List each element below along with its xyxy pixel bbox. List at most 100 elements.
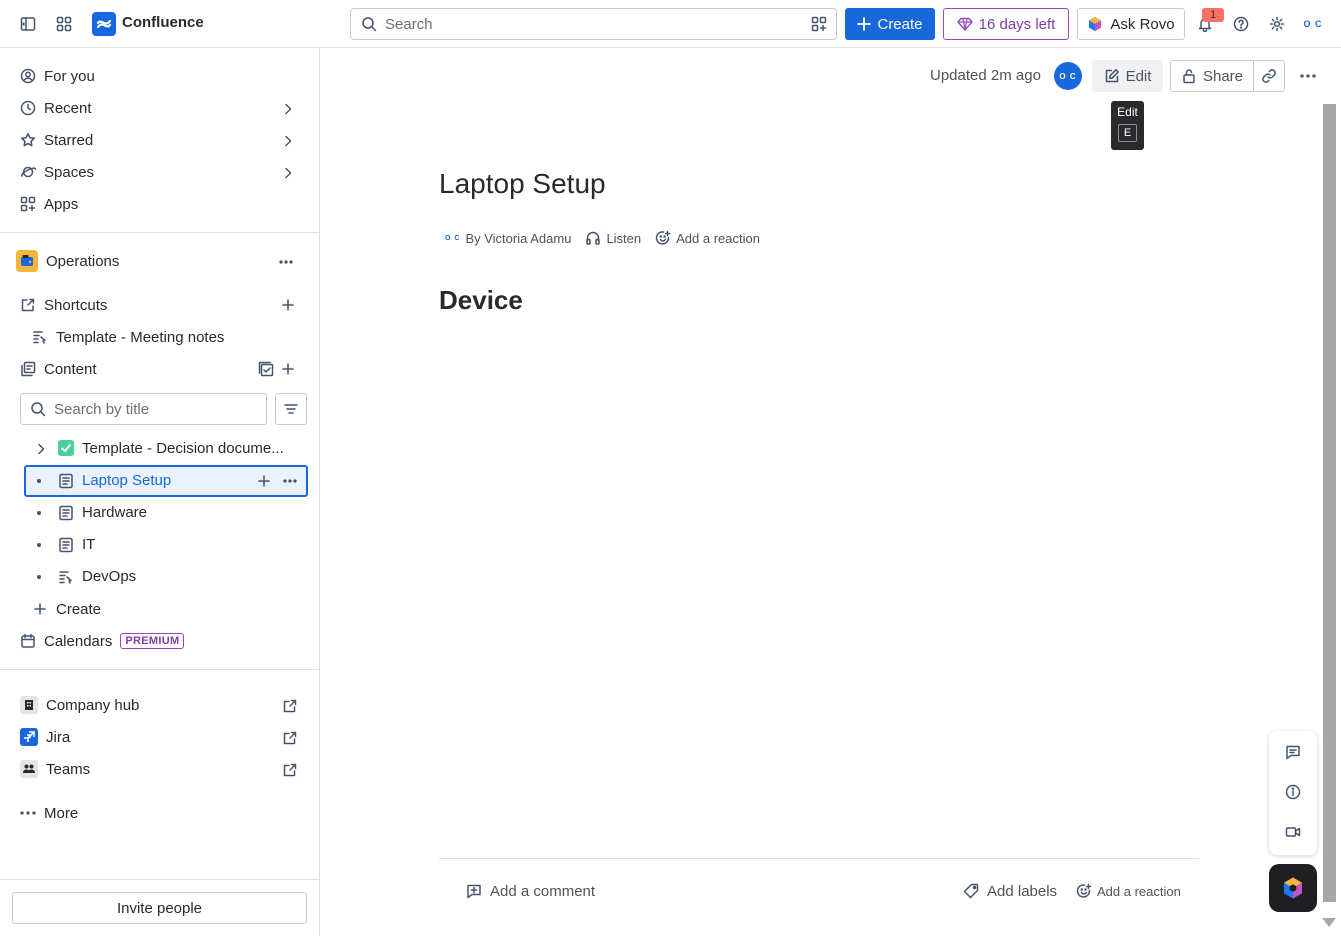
filter-icon (284, 404, 298, 414)
rovo-chat-button[interactable] (1269, 864, 1317, 912)
confluence-logo-icon[interactable] (92, 12, 116, 36)
author-avatar-icon: O C (445, 234, 461, 242)
add-labels-button[interactable]: Add labels (963, 880, 1057, 902)
footer-add-reaction-button[interactable]: Add a reaction (1076, 880, 1181, 902)
share-button[interactable]: Share (1170, 60, 1254, 92)
pencil-icon (1105, 69, 1119, 83)
page-more-actions-button[interactable] (1292, 60, 1324, 92)
add-comment-label: Add a comment (490, 882, 596, 900)
add-child-page-icon[interactable] (256, 473, 272, 489)
ask-rovo-button[interactable]: Ask Rovo (1077, 8, 1185, 40)
shortcut-label: Template - Meeting notes (56, 328, 225, 346)
settings-gear-icon[interactable] (1268, 15, 1286, 33)
side-panel-toolbar (1269, 731, 1317, 855)
app-switcher-icon[interactable] (52, 12, 76, 36)
trial-button[interactable]: 16 days left (943, 8, 1069, 40)
clock-icon (20, 100, 36, 116)
content-section[interactable]: Content (12, 353, 308, 385)
more-dots-icon[interactable] (278, 254, 294, 270)
listen-button[interactable]: Listen (606, 231, 641, 246)
search-by-title-input[interactable]: Search by title (20, 393, 267, 425)
edit-button[interactable]: Edit (1092, 60, 1163, 92)
nav-recent[interactable]: Recent (12, 92, 308, 124)
plus-icon (857, 17, 872, 31)
nav-calendars[interactable]: Calendars PREMIUM (12, 625, 308, 657)
content-heading: Device (439, 285, 523, 315)
invite-people-button[interactable]: Invite people (12, 892, 307, 924)
profile-avatar[interactable]: O C (1300, 13, 1326, 35)
more-dots-icon (1300, 74, 1316, 78)
space-operations[interactable]: Operations (12, 245, 308, 277)
link-icon (1262, 69, 1276, 83)
teams-icon (20, 760, 38, 778)
app-name[interactable]: Confluence (122, 14, 204, 31)
building-icon (20, 696, 38, 714)
sidebar-toggle-icon[interactable] (16, 12, 40, 36)
search-filter-icon[interactable] (810, 15, 828, 33)
tree-item-decision-template[interactable]: Template - Decision docume... (24, 433, 308, 465)
tooltip-title: Edit (1117, 105, 1138, 119)
create-label: Create (56, 600, 102, 618)
tree-item-laptop-setup[interactable]: Laptop Setup (24, 465, 308, 497)
bullet-icon (37, 479, 41, 483)
nav-label: Recent (44, 99, 92, 117)
info-icon[interactable] (1285, 784, 1301, 800)
scroll-down-arrow-icon[interactable] (1322, 918, 1336, 927)
chevron-right-icon (285, 135, 292, 147)
filter-button[interactable] (275, 393, 307, 425)
contributor-avatar[interactable]: O C (1054, 62, 1082, 90)
page-title: Laptop Setup (439, 168, 606, 199)
add-comment-button[interactable]: Add a comment (466, 880, 595, 902)
shortcut-item[interactable]: Template - Meeting notes (12, 321, 308, 353)
link-teams[interactable]: Teams (12, 753, 308, 785)
tree-item-it[interactable]: IT (24, 529, 308, 561)
notification-badge: 1 (1202, 8, 1224, 22)
nav-for-you[interactable]: For you (12, 60, 308, 92)
global-search-input[interactable]: Search (350, 8, 837, 40)
search-icon (31, 402, 46, 417)
add-content-icon[interactable] (280, 361, 296, 377)
add-reaction-icon (1076, 883, 1092, 898)
link-jira[interactable]: Jira (12, 721, 308, 753)
link-company-hub[interactable]: Company hub (12, 689, 308, 721)
search-placeholder: Search (385, 15, 433, 33)
comments-panel-icon[interactable] (1285, 744, 1301, 760)
add-reaction-button[interactable]: Add a reaction (676, 231, 760, 246)
nav-label: Spaces (44, 163, 95, 181)
ask-rovo-label: Ask Rovo (1110, 15, 1175, 33)
nav-label: Starred (44, 131, 94, 149)
gem-icon (956, 17, 973, 31)
link-label: Jira (46, 728, 71, 746)
tree-item-devops[interactable]: DevOps (24, 561, 308, 593)
nav-starred[interactable]: Starred (12, 124, 308, 156)
add-shortcut-icon[interactable] (280, 297, 296, 313)
more-dots-icon[interactable] (282, 473, 298, 489)
sidebar-divider (0, 669, 319, 670)
video-icon[interactable] (1285, 824, 1301, 840)
link-label: Teams (46, 760, 91, 778)
chevron-right-icon[interactable] (33, 441, 49, 457)
shortcut-icon (21, 298, 35, 312)
author-link[interactable]: By Victoria Adamu (465, 231, 571, 246)
nav-apps[interactable]: Apps (12, 188, 308, 220)
shortcuts-section[interactable]: Shortcuts (12, 289, 308, 321)
content-view-icon[interactable] (258, 361, 274, 377)
apps-grid-icon (20, 196, 36, 212)
tree-item-hardware[interactable]: Hardware (24, 497, 308, 529)
space-name: Operations (46, 252, 120, 270)
edit-label: Edit (1125, 67, 1152, 85)
plus-icon (34, 603, 46, 615)
help-icon[interactable] (1232, 15, 1250, 33)
template-page-icon (59, 571, 72, 584)
create-button[interactable]: Create (845, 8, 935, 40)
content-pages-icon (21, 361, 36, 377)
nav-more[interactable]: More (12, 797, 308, 829)
last-updated-text[interactable]: Updated 2m ago (930, 67, 1041, 84)
sidebar: For you Recent Starred Spaces Apps Opera… (0, 48, 320, 936)
copy-link-button[interactable] (1253, 60, 1285, 92)
create-page-link[interactable]: Create (12, 593, 308, 625)
search-by-title-placeholder: Search by title (54, 400, 150, 418)
nav-spaces[interactable]: Spaces (12, 156, 308, 188)
page-scrollbar[interactable] (1323, 104, 1336, 902)
rovo-icon (1089, 17, 1102, 31)
